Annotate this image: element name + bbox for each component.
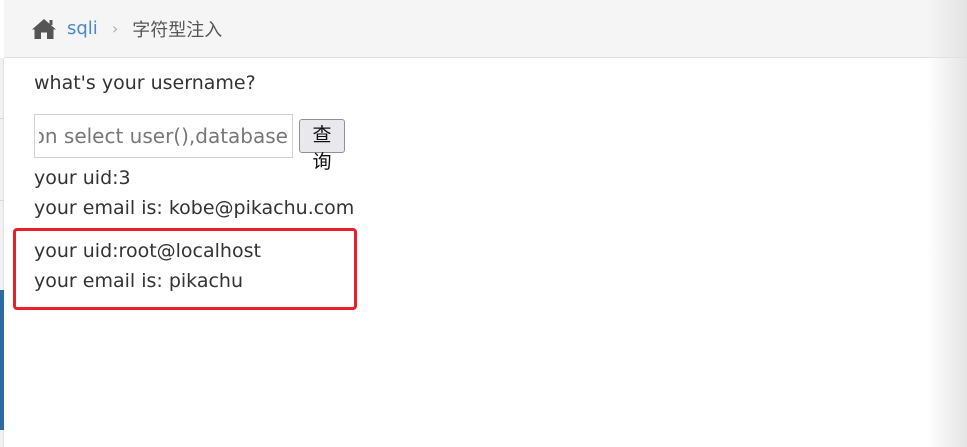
breadcrumb: sqli › 字符型注入 xyxy=(4,0,967,58)
breadcrumb-separator-icon: › xyxy=(111,19,119,38)
page: sqli › 字符型注入 what's your username? 查询 yo… xyxy=(0,0,967,447)
result-uid: your uid:3 xyxy=(34,167,131,189)
right-edge-shadow xyxy=(927,0,967,447)
query-form: 查询 xyxy=(34,114,346,173)
highlight-annotation-box xyxy=(13,228,357,310)
username-input[interactable] xyxy=(34,114,293,158)
sidebar-divider xyxy=(0,118,4,119)
username-question: what's your username? xyxy=(34,72,256,94)
breadcrumb-link-sqli[interactable]: sqli xyxy=(67,18,98,39)
submit-query-button[interactable]: 查询 xyxy=(299,119,346,173)
sidebar-divider xyxy=(0,200,4,201)
breadcrumb-current: 字符型注入 xyxy=(132,19,223,41)
home-icon[interactable] xyxy=(31,18,57,40)
result-email: your email is: kobe@pikachu.com xyxy=(34,197,355,219)
sidebar-active-indicator xyxy=(0,290,4,430)
